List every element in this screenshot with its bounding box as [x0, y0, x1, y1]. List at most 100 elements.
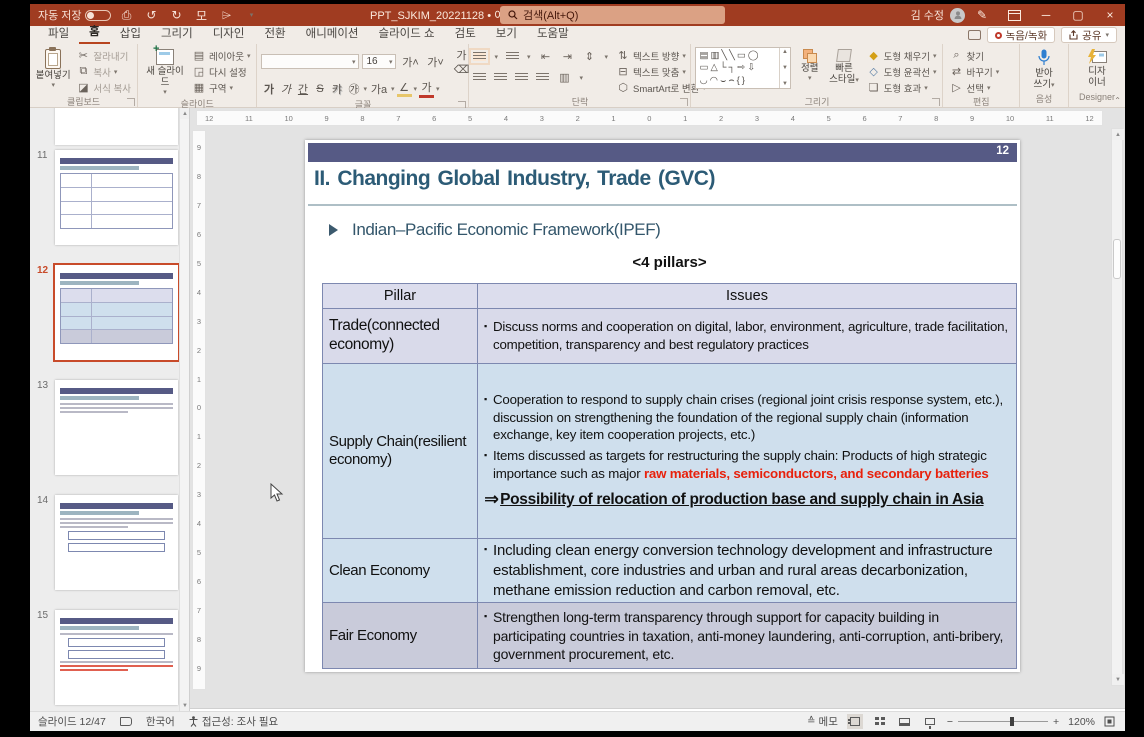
tab-view[interactable]: 보기 — [486, 23, 527, 44]
shape-fill-button[interactable]: ◆도형 채우기▾ — [865, 48, 939, 63]
zoom-thumb[interactable] — [1010, 717, 1014, 726]
reset-button[interactable]: ◲다시 설정 — [190, 64, 252, 79]
scroll-down-icon[interactable]: ▼ — [1112, 674, 1124, 685]
slide-thumbnail-11[interactable]: 11 — [30, 150, 189, 245]
layout-button[interactable]: ▤레이아웃▾ — [190, 48, 252, 63]
avatar[interactable] — [950, 8, 965, 23]
record-button[interactable]: 녹음/녹화 — [987, 27, 1056, 43]
drawing-dialog-launcher[interactable] — [932, 98, 940, 106]
minimize-button[interactable]: ─ — [1031, 4, 1061, 26]
comments-icon[interactable] — [968, 30, 981, 40]
reading-view-button[interactable] — [897, 714, 913, 729]
shapes-scroll-down-icon[interactable]: ▼ — [782, 65, 788, 71]
cut-button[interactable]: ✂잘라내기 — [74, 48, 133, 63]
slide-thumbnail-14[interactable]: 14 — [30, 495, 189, 590]
pen-icon[interactable]: ✎ — [967, 4, 997, 26]
spellcheck-icon[interactable] — [120, 717, 132, 726]
designer-button[interactable]: 디자 이너 — [1076, 47, 1118, 89]
redo-icon[interactable]: ↻ — [168, 7, 186, 23]
format-painter-quick-icon[interactable]: ⌲ — [218, 7, 236, 23]
underline-icon[interactable]: 간 — [295, 81, 310, 97]
bold-icon[interactable]: 가 — [261, 81, 276, 97]
character-spacing-icon[interactable]: ㉮ — [346, 81, 361, 97]
thumbnail-scrollbar[interactable]: ▲ ▼ — [179, 108, 189, 711]
zoom-track[interactable] — [958, 721, 1048, 722]
accessibility-status[interactable]: 접근성: 조사 필요 — [189, 714, 278, 729]
thumbnail-partial-slide-10[interactable] — [55, 108, 178, 145]
align-left-icon[interactable] — [473, 73, 486, 82]
zoom-in-icon[interactable]: + — [1053, 716, 1059, 728]
scrollbar-thumb[interactable] — [1113, 239, 1121, 279]
shape-effects-button[interactable]: ❏도형 효과▾ — [865, 80, 939, 95]
font-size-combo[interactable]: 16▾ — [362, 54, 396, 69]
bullets-icon[interactable] — [473, 52, 486, 61]
arrange-button[interactable]: 정렬▾ — [796, 47, 824, 83]
font-name-combo[interactable]: ▾ — [261, 54, 359, 69]
slide-title[interactable]: II. Changing Global Industry, Trade (GVC… — [314, 167, 715, 191]
shape-outline-button[interactable]: ◇도형 윤곽선▾ — [865, 64, 939, 79]
increase-indent-icon[interactable]: ⇥ — [561, 50, 575, 63]
tab-slideshow[interactable]: 슬라이드 쇼 — [369, 23, 445, 44]
user-name[interactable]: 김 수정 — [911, 7, 948, 23]
slide-sorter-view-button[interactable] — [872, 714, 888, 729]
slide-bullet-line[interactable]: Indian–Pacific Economic Framework(IPEF) — [329, 220, 660, 240]
paste-button[interactable]: 붙여넣기▾ — [34, 47, 72, 90]
undo-icon[interactable]: ↺ — [143, 7, 161, 23]
search-input[interactable]: 검색(Alt+Q) — [500, 6, 725, 24]
line-spacing-icon[interactable]: ⇕ — [583, 50, 597, 63]
fit-to-window-icon[interactable] — [1104, 716, 1115, 727]
maximize-button[interactable]: ▢ — [1063, 4, 1093, 26]
scroll-down-icon[interactable]: ▼ — [180, 700, 190, 711]
tab-animations[interactable]: 애니메이션 — [296, 23, 369, 44]
dictate-button[interactable]: 받아 쓰기▾ — [1024, 47, 1064, 91]
ribbon-display-options-icon[interactable] — [999, 4, 1029, 26]
canvas-scrollbar[interactable]: ▲ ▼ — [1111, 128, 1123, 686]
justify-icon[interactable] — [536, 73, 549, 82]
shapes-scroll-up-icon[interactable]: ▲ — [782, 49, 788, 55]
zoom-out-icon[interactable]: − — [947, 716, 953, 728]
scroll-up-icon[interactable]: ▲ — [1112, 129, 1124, 140]
select-button[interactable]: ▷선택▾ — [947, 80, 1001, 95]
tab-draw[interactable]: 그리기 — [151, 23, 203, 44]
align-center-icon[interactable] — [494, 73, 507, 82]
tab-review[interactable]: 검토 — [445, 23, 486, 44]
align-right-icon[interactable] — [515, 73, 528, 82]
replace-button[interactable]: ⇄바꾸기▾ — [947, 64, 1001, 79]
change-case-icon[interactable]: 가a — [369, 81, 389, 97]
collapse-ribbon-icon[interactable]: ⌃ — [1114, 96, 1121, 105]
table-caption[interactable]: <4 pillars> — [322, 254, 1017, 271]
shrink-font-icon[interactable]: 가˅ — [424, 54, 446, 70]
language-indicator[interactable]: 한국어 — [146, 714, 175, 729]
save-icon[interactable]: ⎙ — [118, 7, 136, 23]
notes-toggle-button[interactable]: ≙ 메모 — [807, 714, 838, 729]
tab-insert[interactable]: 삽입 — [110, 23, 151, 44]
quick-access-more-icon[interactable]: ▾ — [243, 7, 261, 23]
copy-button[interactable]: ⧉복사▾ — [74, 64, 133, 79]
decrease-indent-icon[interactable]: ⇤ — [539, 50, 553, 63]
slide-thumbnail-12[interactable]: 12 — [30, 265, 189, 360]
tab-help[interactable]: 도움말 — [527, 23, 579, 44]
tab-file[interactable]: 파일 — [38, 23, 79, 44]
highlight-color-icon[interactable]: ∠ — [397, 81, 412, 97]
shapes-gallery[interactable]: ▤▥╲╲▭◯ ▭△└┐⇨⇩ ◡◠⌣⌢{} ▲ ▼ ▼ — [695, 47, 790, 89]
tab-transitions[interactable]: 전환 — [254, 23, 295, 44]
slide-thumbnail-15[interactable]: 15 — [30, 610, 189, 705]
slide-canvas[interactable]: 12 II. Changing Global Industry, Trade (… — [305, 140, 1020, 672]
vertical-ruler[interactable]: 9876543210123456789 — [192, 130, 206, 690]
share-button[interactable]: 공유 ▾ — [1061, 27, 1117, 43]
italic-icon[interactable]: 가 — [278, 81, 293, 97]
format-painter-button[interactable]: ◪서식 복사 — [74, 80, 133, 95]
pillars-table[interactable]: Pillar Issues Trade(connected economy) ▪… — [322, 283, 1017, 669]
columns-icon[interactable]: ▥ — [557, 71, 571, 84]
normal-view-button[interactable] — [847, 714, 863, 729]
paragraph-dialog-launcher[interactable] — [680, 98, 688, 106]
tab-home[interactable]: 홈 — [79, 21, 110, 44]
slideshow-view-button[interactable] — [922, 714, 938, 729]
shapes-gallery-more-icon[interactable]: ▼ — [782, 81, 788, 87]
text-shadow-icon[interactable]: 캬 — [329, 81, 344, 97]
quick-styles-button[interactable]: 빠른 스타일▾ — [828, 47, 859, 86]
grow-font-icon[interactable]: 가˄ — [399, 54, 421, 70]
tab-design[interactable]: 디자인 — [203, 23, 255, 44]
slide-thumbnail-13[interactable]: 13 — [30, 380, 189, 475]
horizontal-ruler[interactable]: 1211109876543210123456789101112 — [196, 110, 1103, 126]
